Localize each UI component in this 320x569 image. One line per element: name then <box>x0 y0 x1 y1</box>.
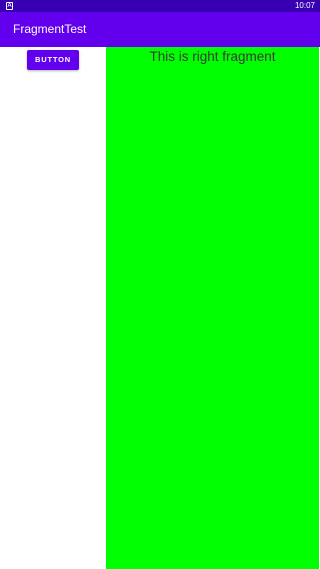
left-fragment-button[interactable]: BUTTON <box>27 50 79 70</box>
status-bar: A 10:07 <box>0 0 320 12</box>
app-title: FragmentTest <box>13 22 87 36</box>
app-screen: A 10:07 FragmentTest BUTTON This is righ… <box>0 0 320 569</box>
status-time: 10:07 <box>294 1 315 10</box>
right-fragment: This is right fragment <box>106 47 319 569</box>
app-bar: FragmentTest <box>0 12 320 47</box>
left-fragment: BUTTON <box>0 47 106 569</box>
notification-icon: A <box>6 2 13 10</box>
right-fragment-text: This is right fragment <box>149 49 276 64</box>
